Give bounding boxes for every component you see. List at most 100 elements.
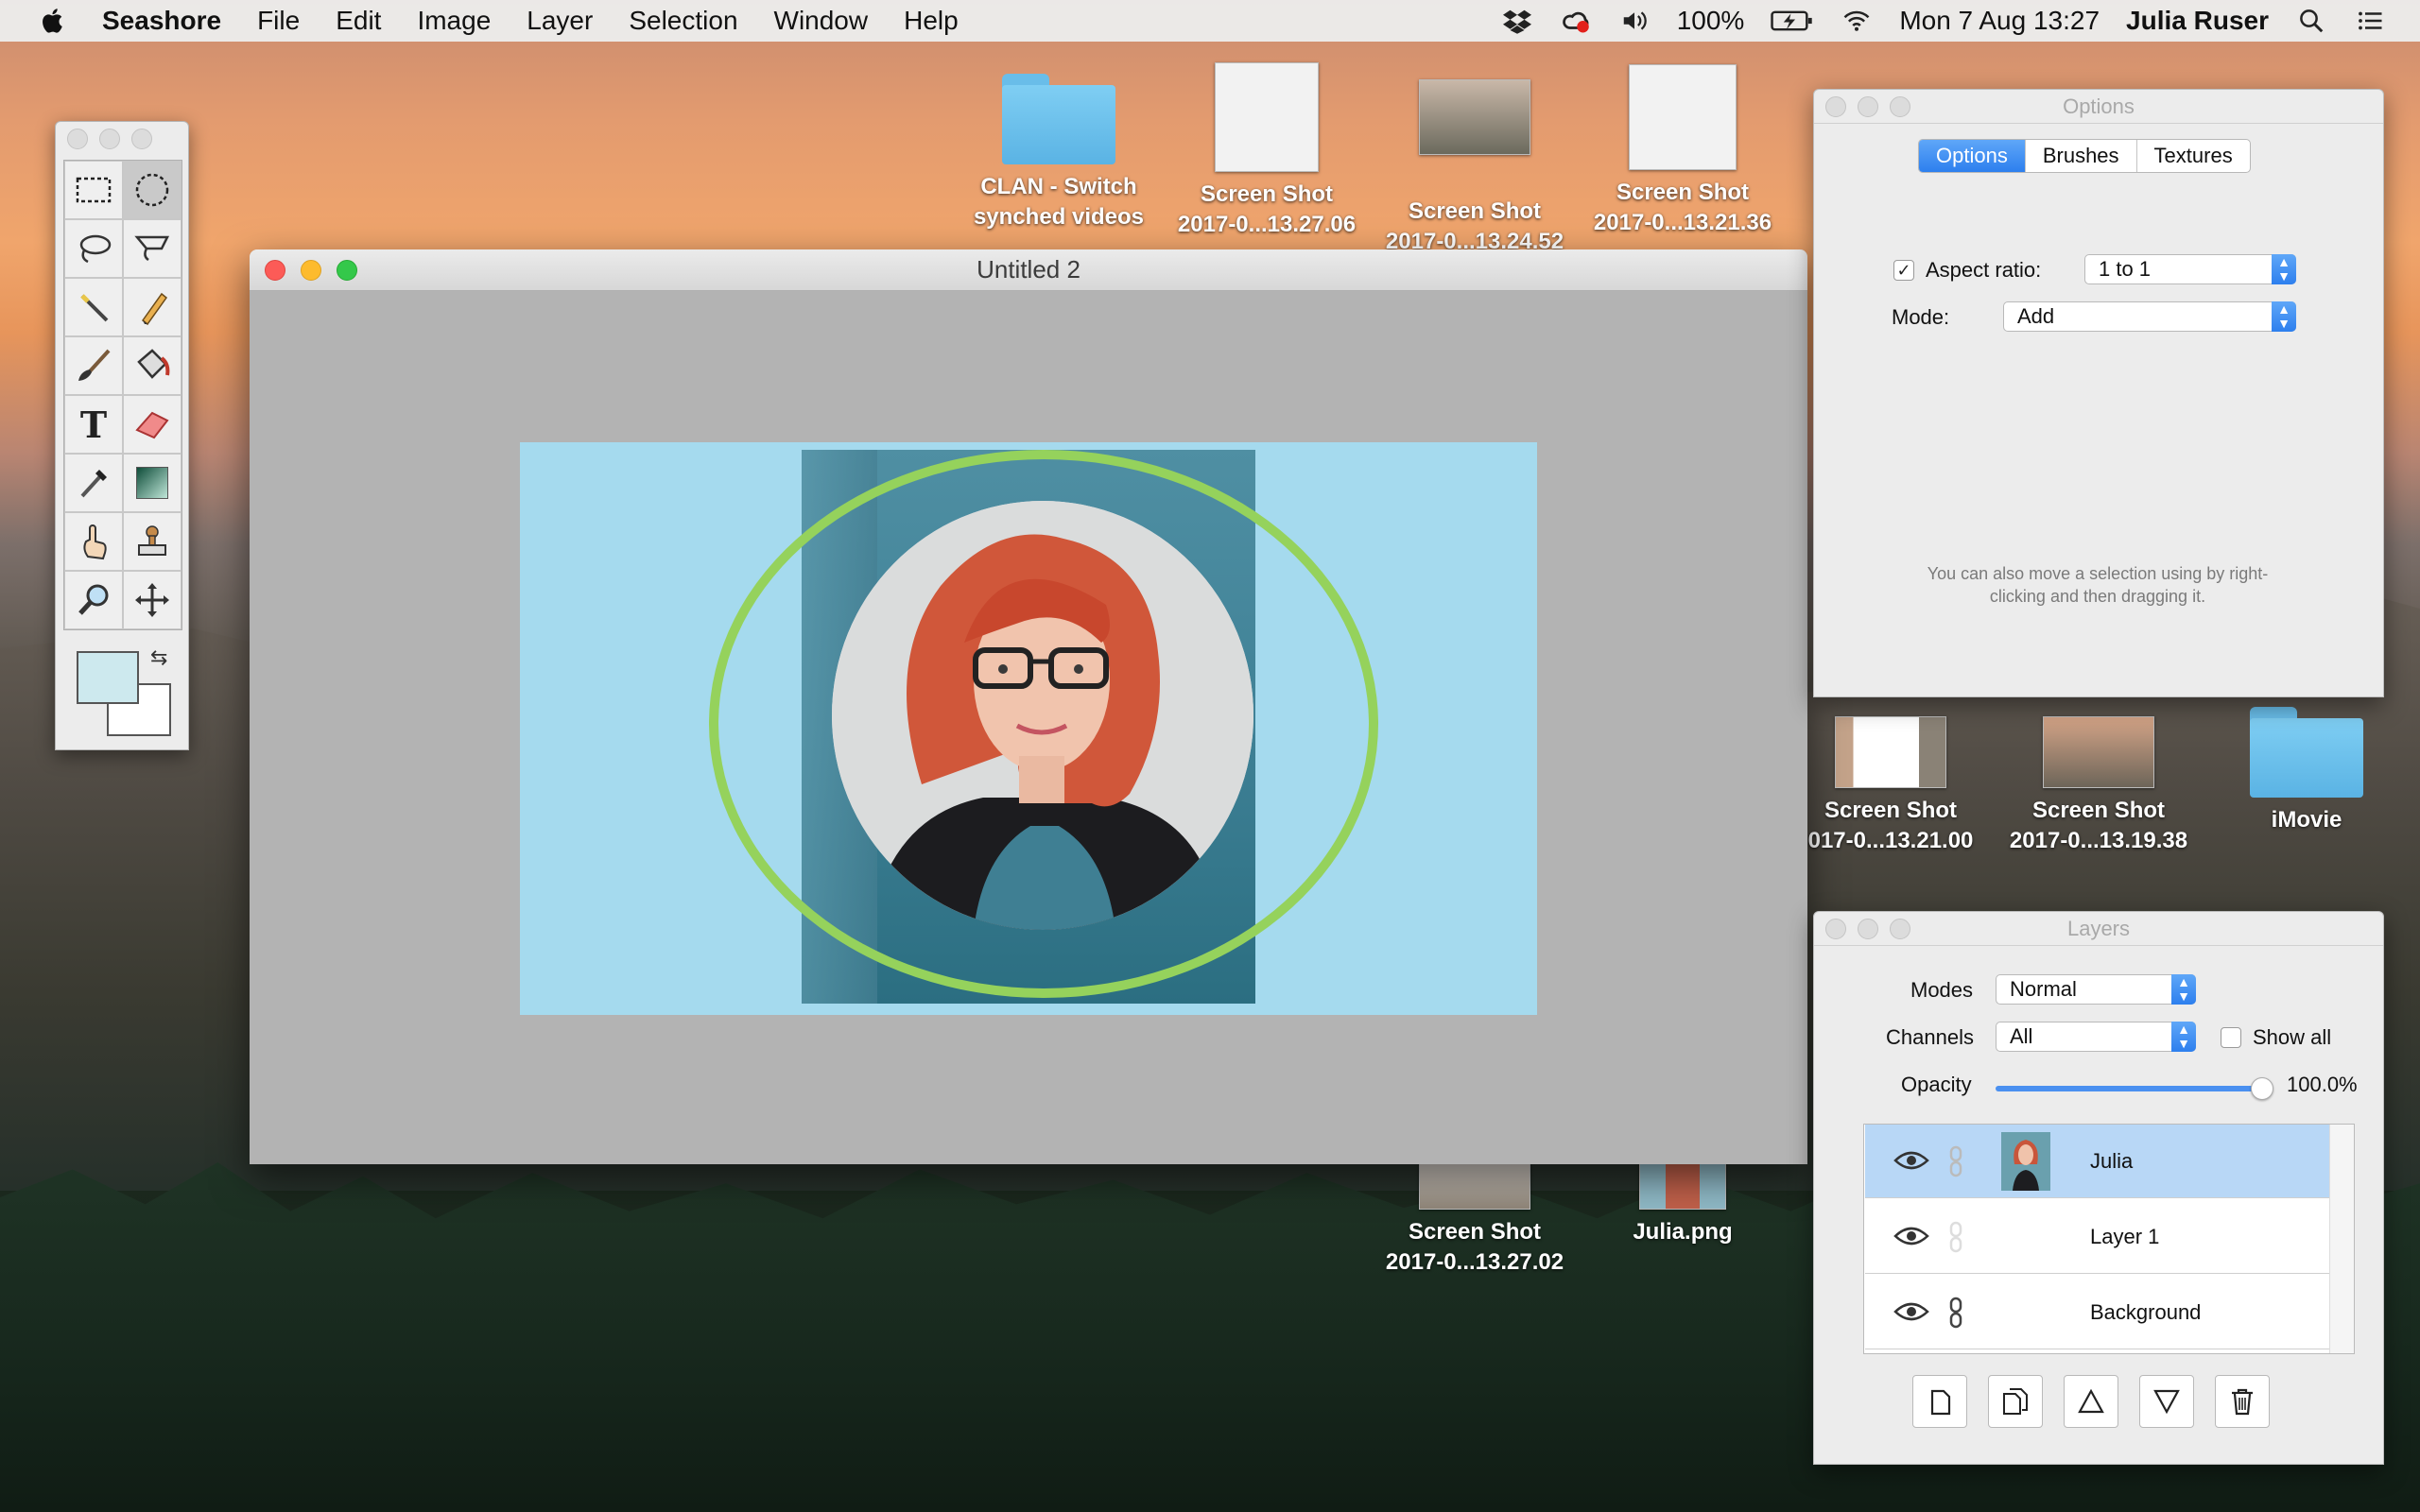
layer-row-julia[interactable]: Julia <box>1865 1125 2330 1198</box>
rect-select-tool[interactable] <box>64 161 123 219</box>
tab-options[interactable]: Options <box>1919 140 2026 172</box>
green-ellipse-ring <box>709 450 1378 998</box>
desktop-icon-screenshot[interactable]: Screen Shot 2017-0...13.27.06 <box>1163 62 1371 240</box>
zoom-tool[interactable] <box>64 571 123 629</box>
pencil-icon <box>141 292 168 326</box>
minimize-button[interactable] <box>1858 918 1878 939</box>
clone-stamp-tool[interactable] <box>123 512 182 571</box>
mode-select[interactable]: Add ▲ ▼ <box>2003 301 2296 332</box>
eraser-tool[interactable] <box>123 395 182 454</box>
tab-brushes[interactable]: Brushes <box>2026 140 2137 172</box>
magic-wand-icon <box>80 294 109 322</box>
layers-titlebar[interactable]: Layers <box>1814 912 2383 946</box>
close-button[interactable] <box>265 259 285 281</box>
volume-icon[interactable] <box>1618 7 1651 35</box>
desktop-icon-julia-png[interactable]: Julia.png <box>1579 1143 1787 1247</box>
menu-app-seashore[interactable]: Seashore <box>102 6 221 36</box>
menu-selection[interactable]: Selection <box>629 6 737 36</box>
blend-mode-select[interactable]: Normal ▲ ▼ <box>1996 974 2196 1005</box>
battery-percent: 100% <box>1676 6 1745 35</box>
zoom-button[interactable] <box>131 129 152 149</box>
smudge-tool[interactable] <box>64 512 123 571</box>
desktop-icon-label: Screen Shot <box>1616 180 1750 205</box>
close-button[interactable] <box>67 129 88 149</box>
opacity-slider-knob[interactable] <box>2251 1077 2273 1100</box>
layer-list-scrollbar[interactable] <box>2329 1125 2354 1353</box>
menu-file[interactable]: File <box>257 6 300 36</box>
spotlight-search-icon[interactable] <box>2295 7 2327 35</box>
duplicate-layer-button[interactable] <box>1988 1375 2043 1428</box>
options-titlebar[interactable]: Options <box>1814 90 2383 124</box>
brush-icon <box>78 349 111 381</box>
opacity-slider[interactable] <box>1996 1077 2273 1100</box>
bucket-fill-tool[interactable] <box>123 336 182 395</box>
channels-value: All <box>2010 1024 2033 1048</box>
magic-wand-tool[interactable] <box>64 278 123 336</box>
text-tool[interactable]: T <box>64 395 123 454</box>
swap-colors-icon[interactable]: ⇆ <box>150 645 167 670</box>
desktop-icon-screenshot[interactable]: Screen Shot 2017-0...13.21.36 <box>1579 64 1787 238</box>
link-chain-icon[interactable] <box>1946 1145 1965 1177</box>
lasso-tool[interactable] <box>64 219 123 278</box>
desktop-icon-screenshot[interactable]: Screen Shot 2017-0...13.19.38 <box>1995 716 2203 856</box>
menu-image[interactable]: Image <box>417 6 491 36</box>
desktop-icon-screenshot[interactable]: Screen Shot 017-0...13.21.00 <box>1787 716 1995 856</box>
zoom-button[interactable] <box>337 259 357 281</box>
layer-row-background[interactable]: Background <box>1865 1276 2330 1349</box>
document-titlebar[interactable]: Untitled 2 <box>250 249 1807 291</box>
lower-layer-button[interactable] <box>2139 1375 2194 1428</box>
stamp-icon <box>138 525 166 556</box>
eyedropper-tool[interactable] <box>64 454 123 512</box>
close-button[interactable] <box>1825 95 1846 117</box>
tools-titlebar[interactable] <box>56 122 188 156</box>
visibility-eye-icon[interactable] <box>1893 1225 1929 1247</box>
desktop-icon-screenshot[interactable]: Screen Shot 2017-0...13.27.02 <box>1371 1162 1579 1278</box>
clock[interactable]: Mon 7 Aug 13:27 <box>1899 6 2100 36</box>
minimize-button[interactable] <box>301 259 321 281</box>
menu-help[interactable]: Help <box>904 6 959 36</box>
brush-tool[interactable] <box>64 336 123 395</box>
desktop-icon-folder-imovie[interactable]: iMovie <box>2203 707 2411 835</box>
document-title: Untitled 2 <box>977 255 1080 284</box>
aspect-ratio-select[interactable]: 1 to 1 ▲ ▼ <box>2084 254 2296 284</box>
zoom-button[interactable] <box>1890 95 1910 117</box>
zoom-button[interactable] <box>1890 918 1910 939</box>
apple-icon[interactable] <box>40 7 68 35</box>
channels-select[interactable]: All ▲ ▼ <box>1996 1022 2196 1052</box>
menu-window[interactable]: Window <box>774 6 869 36</box>
wifi-icon[interactable] <box>1841 7 1873 35</box>
link-chain-icon[interactable] <box>1946 1221 1965 1253</box>
desktop-icon-label: Screen Shot <box>1408 198 1542 224</box>
new-layer-button[interactable] <box>1912 1375 1967 1428</box>
rect-select-icon <box>76 177 112 203</box>
delete-layer-button[interactable] <box>2215 1375 2270 1428</box>
polygon-lasso-tool[interactable] <box>123 219 182 278</box>
creative-cloud-icon[interactable] <box>1560 7 1592 35</box>
menu-edit[interactable]: Edit <box>336 6 381 36</box>
ellipse-select-tool[interactable] <box>123 161 182 219</box>
user-name[interactable]: Julia Ruser <box>2126 6 2269 36</box>
aspect-ratio-checkbox[interactable]: ✓ <box>1893 260 1914 281</box>
move-tool[interactable] <box>123 571 182 629</box>
image-canvas[interactable] <box>520 442 1537 1015</box>
show-all-checkbox[interactable] <box>2221 1027 2241 1048</box>
pencil-tool[interactable] <box>123 278 182 336</box>
foreground-color-well[interactable] <box>77 651 139 704</box>
layer-row-layer-1[interactable]: Layer 1 <box>1865 1200 2330 1274</box>
gradient-tool[interactable] <box>123 454 182 512</box>
show-all-label: Show all <box>2253 1025 2332 1049</box>
battery-icon[interactable] <box>1771 7 1814 35</box>
desktop-icon-screenshot[interactable]: Screen Shot 2017-0...13.24.52 <box>1371 79 1579 257</box>
notification-center-icon[interactable] <box>2354 7 2386 35</box>
dropbox-icon[interactable] <box>1501 7 1533 35</box>
minimize-button[interactable] <box>1858 95 1878 117</box>
link-chain-icon[interactable] <box>1946 1297 1965 1329</box>
desktop-icon-folder-clan[interactable]: CLAN - Switch synched videos <box>955 74 1163 232</box>
minimize-button[interactable] <box>99 129 120 149</box>
menu-layer[interactable]: Layer <box>527 6 593 36</box>
visibility-eye-icon[interactable] <box>1893 1300 1929 1323</box>
tab-textures[interactable]: Textures <box>2137 140 2250 172</box>
raise-layer-button[interactable] <box>2064 1375 2118 1428</box>
close-button[interactable] <box>1825 918 1846 939</box>
visibility-eye-icon[interactable] <box>1893 1149 1929 1172</box>
